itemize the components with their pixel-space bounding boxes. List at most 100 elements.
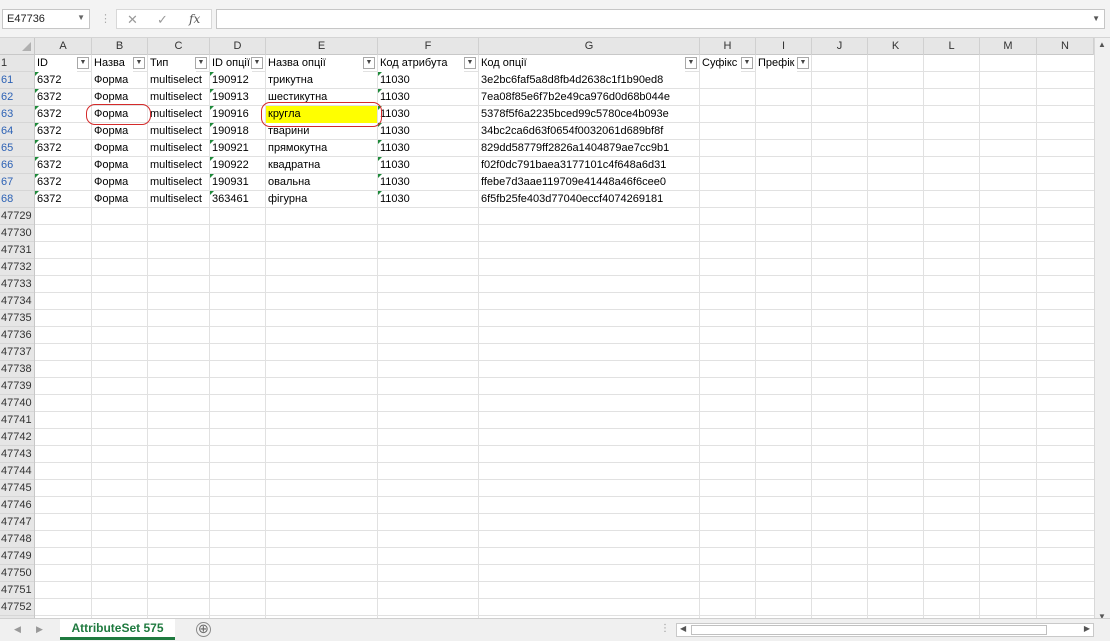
column-header-b[interactable]: B — [92, 38, 148, 55]
enter-check-icon[interactable]: ✓ — [157, 12, 168, 28]
cell-option-id[interactable]: 190912 — [210, 72, 265, 89]
cell-id[interactable]: 6372 — [35, 174, 91, 191]
cell-name[interactable]: Форма — [92, 174, 147, 191]
vertical-scrollbar[interactable]: ▲ ▼ — [1094, 38, 1110, 623]
row-header[interactable]: 47735 — [0, 310, 34, 327]
scroll-right-icon[interactable]: ▶ — [1084, 624, 1090, 633]
next-sheet-icon[interactable]: ▶ — [36, 624, 43, 635]
column-header-l[interactable]: L — [924, 38, 980, 55]
filter-dropdown-icon[interactable]: ▼ — [77, 57, 89, 69]
cell-option-code[interactable]: 829dd58779ff2826a1404879ae7cc9b1 — [479, 140, 699, 157]
row-header[interactable]: 61 — [0, 72, 34, 89]
column-header-m[interactable]: M — [980, 38, 1037, 55]
row-header[interactable]: 68 — [0, 191, 34, 208]
cell-option-name[interactable]: фігурна — [266, 191, 377, 208]
cell-option-code[interactable]: 34bc2ca6d63f0654f0032061d689bf8f — [479, 123, 699, 140]
cell-id[interactable]: 6372 — [35, 140, 91, 157]
filter-dropdown-icon[interactable]: ▼ — [741, 57, 753, 69]
splitter-handle-icon[interactable]: ⋮ — [660, 623, 670, 634]
row-header[interactable]: 47732 — [0, 259, 34, 276]
row-header[interactable]: 64 — [0, 123, 34, 140]
column-header-g[interactable]: G — [479, 38, 700, 55]
cell-type[interactable]: multiselect — [148, 191, 210, 208]
cell-type[interactable]: multiselect — [148, 89, 210, 106]
column-header-c[interactable]: C — [148, 38, 210, 55]
filter-dropdown-icon[interactable]: ▼ — [685, 57, 697, 69]
cell-name[interactable]: Форма — [92, 140, 147, 157]
cell-type[interactable]: multiselect — [148, 140, 210, 157]
cell-option-id[interactable]: 190921 — [210, 140, 265, 157]
filter-active-icon[interactable]: ▼ — [133, 57, 145, 69]
column-header-a[interactable]: A — [35, 38, 92, 55]
cell-option-name[interactable]: квадратна — [266, 157, 377, 174]
filter-dropdown-icon[interactable]: ▼ — [363, 57, 375, 69]
filter-dropdown-icon[interactable]: ▼ — [195, 57, 207, 69]
row-header[interactable]: 47737 — [0, 344, 34, 361]
row-header[interactable]: 47739 — [0, 378, 34, 395]
cell-attribute-code[interactable]: 11030 — [378, 106, 478, 123]
row-header[interactable]: 47745 — [0, 480, 34, 497]
row-header[interactable]: 47731 — [0, 242, 34, 259]
cell-attribute-code[interactable]: 11030 — [378, 157, 478, 174]
row-header[interactable]: 47730 — [0, 225, 34, 242]
row-header[interactable]: 47740 — [0, 395, 34, 412]
column-header-i[interactable]: I — [756, 38, 812, 55]
row-header[interactable]: 47752 — [0, 599, 34, 616]
cell-option-code[interactable]: 5378f5f6a2235bced99c5780ce4b093e — [479, 106, 699, 123]
header-cell-suffix[interactable]: Суфікс — [700, 55, 741, 72]
chevron-down-icon[interactable]: ▼ — [77, 13, 85, 22]
cell-id[interactable]: 6372 — [35, 106, 91, 123]
header-cell-prefix[interactable]: Префік — [756, 55, 797, 72]
cell-attribute-code[interactable]: 11030 — [378, 174, 478, 191]
header-cell-type[interactable]: Тип — [148, 55, 196, 72]
header-cell-option-id[interactable]: ID опції — [210, 55, 252, 72]
cell-name[interactable]: Форма — [92, 191, 147, 208]
cell-id[interactable]: 6372 — [35, 191, 91, 208]
row-header[interactable]: 1 — [0, 55, 34, 72]
row-header[interactable]: 47738 — [0, 361, 34, 378]
scroll-left-icon[interactable]: ◀ — [680, 624, 686, 633]
column-header-h[interactable]: H — [700, 38, 756, 55]
expand-formula-icon[interactable]: ▼ — [1092, 14, 1100, 23]
cell-type[interactable]: multiselect — [148, 106, 210, 123]
row-header[interactable]: 47741 — [0, 412, 34, 429]
column-header-e[interactable]: E — [266, 38, 378, 55]
cell-type[interactable]: multiselect — [148, 157, 210, 174]
cell-option-id[interactable]: 190922 — [210, 157, 265, 174]
insert-function-icon[interactable]: fx — [189, 12, 200, 26]
column-header-j[interactable]: J — [812, 38, 868, 55]
cell-type[interactable]: multiselect — [148, 174, 210, 191]
cell-option-code[interactable]: ffebe7d3aae119709e41448a46f6cee0 — [479, 174, 699, 191]
header-cell-attribute-code[interactable]: Код атрибута — [378, 55, 464, 72]
cell-id[interactable]: 6372 — [35, 157, 91, 174]
scroll-up-icon[interactable]: ▲ — [1098, 40, 1106, 49]
row-header[interactable]: 47746 — [0, 497, 34, 514]
row-header[interactable]: 47729 — [0, 208, 34, 225]
row-header[interactable]: 47736 — [0, 327, 34, 344]
cell-option-id[interactable]: 190913 — [210, 89, 265, 106]
cell-option-id[interactable]: 190918 — [210, 123, 265, 140]
cell-id[interactable]: 6372 — [35, 72, 91, 89]
row-header[interactable]: 47743 — [0, 446, 34, 463]
cell-name[interactable]: Форма — [92, 72, 147, 89]
cell-option-name[interactable]: овальна — [266, 174, 377, 191]
cell-type[interactable]: multiselect — [148, 72, 210, 89]
row-header[interactable]: 67 — [0, 174, 34, 191]
worksheet-grid[interactable]: A B C D E F G H I J K L M N 1 61 62 63 6… — [0, 38, 1094, 618]
row-header[interactable]: 63 — [0, 106, 34, 123]
cell-attribute-code[interactable]: 11030 — [378, 123, 478, 140]
cell-attribute-code[interactable]: 11030 — [378, 191, 478, 208]
cell-attribute-code[interactable]: 11030 — [378, 89, 478, 106]
filter-dropdown-icon[interactable]: ▼ — [464, 57, 476, 69]
cell-name[interactable]: Форма — [92, 157, 147, 174]
cell-option-code[interactable]: f02f0dc791baea3177101c4f648a6d31 — [479, 157, 699, 174]
row-header[interactable]: 47749 — [0, 548, 34, 565]
cell-option-id[interactable]: 363461 — [210, 191, 265, 208]
filter-dropdown-icon[interactable]: ▼ — [797, 57, 809, 69]
cells-area[interactable]: ID ▼ Назва ▼ Тип ▼ ID опції ▼ Назва опці… — [35, 55, 1094, 618]
row-header[interactable]: 47747 — [0, 514, 34, 531]
cell-type[interactable]: multiselect — [148, 123, 210, 140]
select-all-corner[interactable] — [0, 38, 35, 55]
name-box[interactable]: E47736 ▼ — [2, 9, 90, 29]
row-header[interactable]: 47734 — [0, 293, 34, 310]
